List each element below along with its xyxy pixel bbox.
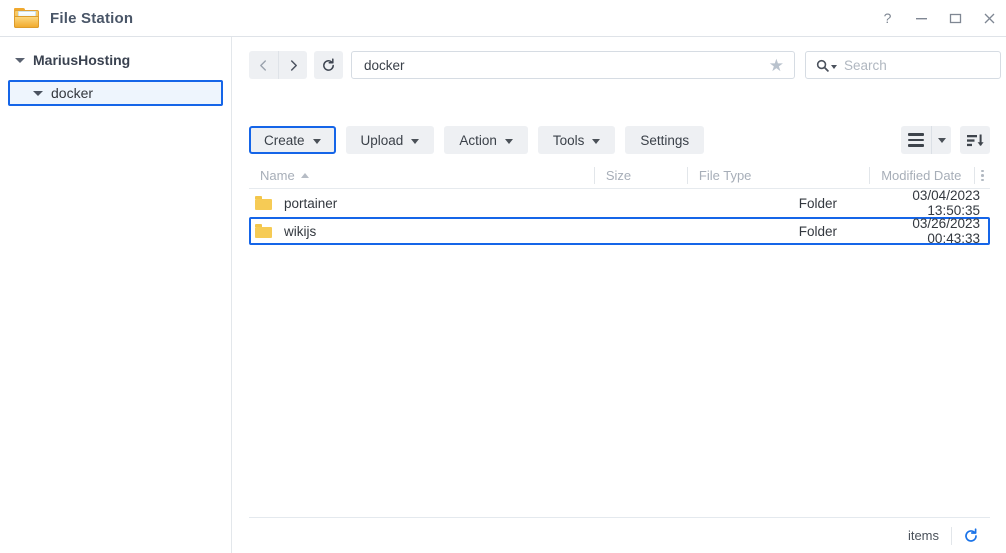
search-placeholder: Search	[844, 57, 887, 73]
view-mode-group	[901, 126, 951, 154]
row-filetype: Folder	[798, 223, 838, 239]
row-name: wikijs	[284, 223, 317, 239]
upload-button[interactable]: Upload	[345, 126, 435, 154]
table-row[interactable]: portainer Folder 03/04/2023 13:50:35	[249, 188, 990, 218]
chevron-down-icon	[592, 138, 601, 144]
toolbar: Create Upload Action Tools Settings	[233, 123, 1006, 157]
row-name: portainer	[284, 195, 338, 211]
column-header-size-label: Size	[605, 168, 632, 183]
star-icon[interactable]: ★	[769, 57, 788, 74]
upload-button-label: Upload	[360, 132, 404, 148]
sort-ascending-icon	[300, 173, 309, 178]
settings-button[interactable]: Settings	[625, 126, 705, 154]
refresh-button[interactable]	[314, 51, 343, 79]
tools-button-label: Tools	[552, 132, 585, 148]
sidebar-item-label: docker	[51, 85, 94, 101]
search-icon[interactable]	[816, 59, 837, 72]
column-header-modifieddate[interactable]: Modified Date	[869, 167, 974, 184]
refresh-icon[interactable]	[952, 527, 990, 544]
chevron-down-icon[interactable]	[831, 64, 837, 69]
column-header-modifieddate-label: Modified Date	[881, 168, 962, 183]
row-filetype: Folder	[798, 195, 838, 211]
help-icon[interactable]: ?	[870, 0, 904, 37]
path-input[interactable]: docker ★	[351, 51, 795, 79]
status-bar: items	[249, 517, 990, 553]
status-items-label: items	[907, 528, 939, 543]
tools-button[interactable]: Tools	[537, 126, 616, 154]
chevron-down-icon	[312, 138, 321, 144]
create-button-label: Create	[264, 132, 305, 148]
caret-down-icon[interactable]	[14, 54, 26, 66]
create-button[interactable]: Create	[249, 126, 336, 154]
column-header-filetype-label: File Type	[698, 168, 752, 183]
chevron-down-icon	[411, 138, 420, 144]
forward-button[interactable]	[278, 51, 307, 79]
list-header: Name Size File Type Modified Date	[249, 163, 990, 189]
column-header-size[interactable]: Size	[593, 167, 687, 184]
column-header-filetype[interactable]: File Type	[686, 167, 869, 184]
view-mode-dropdown[interactable]	[931, 126, 951, 154]
folder-icon	[255, 224, 272, 238]
navigation-bar: docker ★ Search	[233, 50, 1006, 80]
folder-icon	[255, 196, 272, 210]
action-button[interactable]: Action	[444, 126, 528, 154]
chevron-down-icon	[937, 137, 946, 143]
page-title: File Station	[50, 9, 134, 27]
toolbar-right-group	[901, 126, 1006, 154]
sort-descending-icon[interactable]	[960, 126, 990, 154]
action-button-label: Action	[459, 132, 497, 148]
sidebar-item-mariushosting[interactable]: MariusHosting	[0, 49, 231, 71]
back-button[interactable]	[249, 51, 278, 79]
row-modifieddate: 03/26/2023 00:43:33	[912, 216, 980, 246]
path-value: docker	[364, 57, 405, 73]
list-view-icon[interactable]	[901, 126, 931, 154]
svg-text:?: ?	[883, 11, 891, 26]
sidebar-root-label: MariusHosting	[33, 52, 131, 68]
folder-icon	[14, 7, 40, 29]
caret-down-icon[interactable]	[32, 87, 44, 99]
chevron-down-icon	[504, 138, 513, 144]
column-header-name-label: Name	[260, 168, 295, 183]
sidebar-item-docker[interactable]: docker	[8, 80, 223, 106]
minimize-icon[interactable]	[904, 0, 938, 37]
window-controls: ?	[870, 0, 1006, 37]
kebab-menu-icon[interactable]	[974, 167, 990, 184]
close-icon[interactable]	[972, 0, 1006, 37]
nav-button-group	[249, 51, 307, 79]
settings-button-label: Settings	[640, 132, 690, 148]
column-header-name[interactable]: Name	[249, 167, 594, 184]
row-modifieddate: 03/04/2023 13:50:35	[912, 188, 980, 218]
file-list: portainer Folder 03/04/2023 13:50:35 wik…	[249, 188, 990, 246]
table-row[interactable]: wikijs Folder 03/26/2023 00:43:33	[249, 216, 990, 246]
title-bar: File Station ?	[0, 0, 1006, 37]
file-station-window: File Station ? MariusHosting docker dock…	[0, 0, 1006, 553]
main-pane: docker ★ Search Create Upload Action Too…	[233, 37, 1006, 553]
search-input[interactable]: Search	[805, 51, 1001, 79]
sidebar: MariusHosting docker	[0, 37, 232, 553]
maximize-icon[interactable]	[938, 0, 972, 37]
